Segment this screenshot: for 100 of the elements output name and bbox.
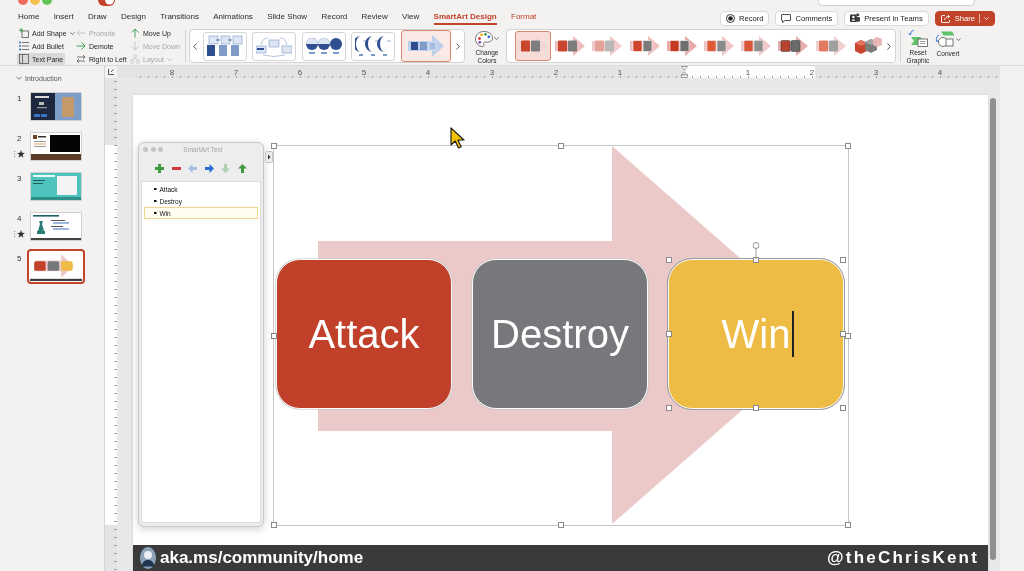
resize-handle[interactable] [753,257,759,263]
record-icon [726,13,735,23]
blocks-diagram-icon [206,35,243,57]
ribbon-tab[interactable]: Review [361,9,388,25]
caret-icon [494,37,499,40]
caret-icon [984,16,989,20]
close-icon[interactable] [18,0,28,5]
speech-bubble-icon [781,13,792,23]
slide-number: 2 [17,134,22,144]
share-icon [940,13,951,23]
slide-preview-drawing [31,173,81,200]
indent-marker-icon[interactable] [680,66,688,78]
layout-option[interactable] [202,31,247,61]
resize-handle[interactable] [271,522,277,528]
shape-text: Win [721,311,791,357]
squares-on-arrow-icon [703,36,734,56]
rotate-handle[interactable] [752,242,760,259]
shape-text: Attack [308,311,420,357]
right-arrow-icon[interactable] [204,163,214,173]
ruler-number: 6 [297,67,303,77]
style-option[interactable] [515,31,551,61]
search-field[interactable] [818,0,975,6]
ribbon-tab[interactable]: Transitions [160,9,199,25]
ribbon-tab[interactable]: View [402,9,420,25]
squares-on-arrow-icon [778,36,809,56]
smartart-frame[interactable]: Attack Destroy Win [273,145,849,526]
expand-arrow-icon[interactable] [265,151,273,163]
right-arrow-icon [76,41,86,51]
slide-number: 1 [17,94,22,104]
slide-number: 3 [17,174,22,184]
window-dot-icon[interactable] [150,146,156,152]
layout-option[interactable] [351,31,395,61]
resize-handle[interactable] [840,405,846,411]
resize-handle[interactable] [271,332,277,339]
hierarchy-icon [130,54,140,64]
ribbon-tab[interactable]: SmartArt Design [433,9,497,25]
text-cursor [792,311,794,357]
resize-handle[interactable] [271,143,277,149]
resize-handle[interactable] [840,257,846,263]
ribbon-tab[interactable]: Record [321,9,348,25]
toggle-switch[interactable] [98,0,115,6]
handle-text: @theChrisKent [827,548,979,568]
down-arrow-icon [130,41,140,51]
slide-number: 4 [17,214,22,224]
layout-option[interactable] [301,31,346,61]
resize-handle[interactable] [845,143,851,149]
up-arrow-icon[interactable] [238,163,247,173]
arrow-diagram-icon [407,35,444,57]
shape-document-icon [908,30,928,47]
ribbon-tab[interactable]: Home [18,9,40,25]
chevron-left-icon[interactable] [193,42,197,50]
chevron-right-icon[interactable] [886,42,891,50]
ruler-number: 3 [873,67,879,77]
swap-arrows-icon [76,54,86,64]
shape-text: Destroy [491,311,629,357]
ribbon-tab[interactable]: Format [511,9,537,25]
resize-handle[interactable] [845,522,851,528]
maximize-icon[interactable] [42,0,52,5]
window-dot-icon[interactable] [143,146,148,152]
ruler-number: 4 [937,67,943,77]
resize-handle[interactable] [558,143,564,149]
ribbon-tab[interactable]: Design [120,9,146,25]
up-arrow-icon [130,28,140,38]
bullet-icon [154,199,157,203]
slide-thumbnail[interactable] [27,249,85,284]
slide-preview-drawing [30,252,82,281]
ruler-number: 1 [745,67,751,77]
circles-diagram-icon [305,35,342,57]
caret-icon [69,31,75,35]
ribbon-tab[interactable]: Insert [53,9,74,25]
plus-icon[interactable] [155,163,164,173]
ribbon-tab[interactable]: Draw [87,9,107,25]
minus-icon[interactable] [171,166,181,170]
squares-on-arrow-icon [629,36,660,56]
shapes-cycle-icon [935,30,955,48]
resize-handle[interactable] [666,257,672,263]
squares-on-arrow-icon [741,36,772,56]
ruler-number: 3 [489,67,495,77]
url-text: aka.ms/community/home [160,548,364,568]
ribbon-tab[interactable]: Animations [213,9,253,25]
window-dot-icon[interactable] [158,146,163,152]
bullet-icon [154,211,157,215]
tab-stop-icon[interactable] [108,69,114,75]
squares-on-arrow-icon [592,36,623,56]
resize-handle[interactable] [753,405,759,411]
left-arrow-icon [76,28,86,38]
resize-handle[interactable] [666,331,672,337]
cubes-icon [852,36,883,56]
ruler-number: 1 [617,67,623,77]
chevron-right-icon[interactable] [456,42,460,50]
ribbon-tab[interactable]: Slide Show [267,9,308,25]
chevron-icon[interactable] [16,75,22,81]
slide-preview-drawing [31,93,81,120]
ruler-number: 8 [169,67,175,77]
scrollbar-thumb[interactable] [990,98,996,560]
resize-handle[interactable] [666,405,672,411]
square-plus-icon [19,28,29,38]
squares-on-arrow-icon [555,36,586,56]
resize-handle[interactable] [558,522,564,528]
layout-option[interactable] [400,30,451,62]
